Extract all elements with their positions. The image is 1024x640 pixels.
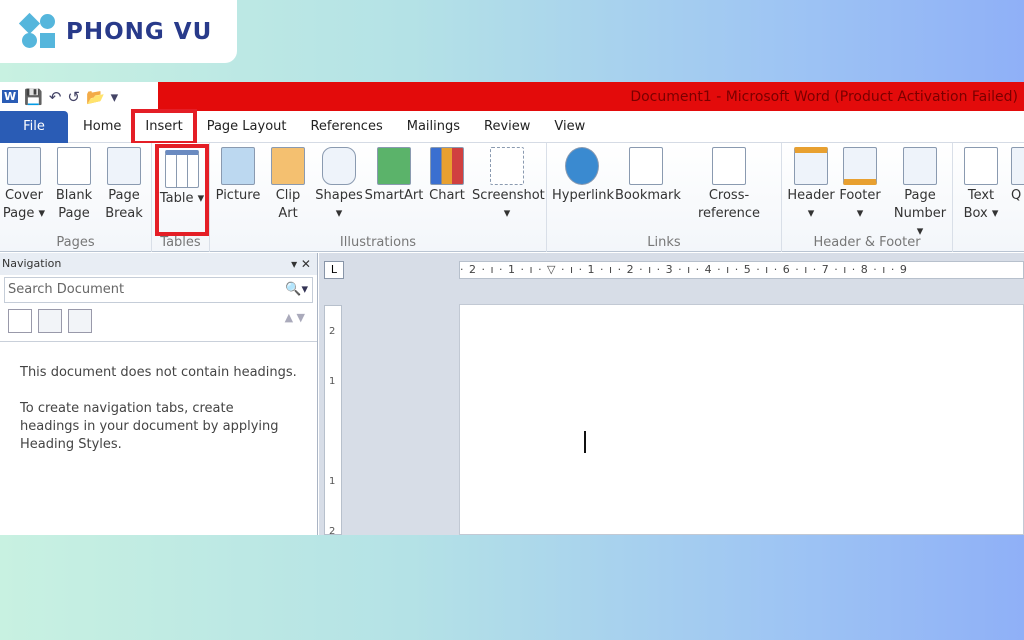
table-grid-icon [165,150,199,188]
cross-reference-button[interactable]: Cross-reference [680,147,778,223]
horizontal-ruler[interactable]: · 2 · ı · 1 · ı · ▽ · ı · 1 · ı · 2 · ı … [459,261,1024,279]
group-label-tables: Tables [160,235,201,250]
pages-view-icon[interactable] [38,309,62,333]
tab-page-layout[interactable]: Page Layout [195,119,299,134]
tab-file[interactable]: File [0,110,68,143]
text-cursor [584,431,586,453]
group-text: Text Box ▾ Q Pa [953,143,1024,252]
open-folder-icon[interactable]: 📂 [86,88,105,106]
footer-button[interactable]: Footer ▾ [838,147,882,223]
ribbon: Cover Page ▾ Blank Page Page Break Pages… [0,143,1024,252]
quick-parts-button[interactable]: Q Pa [1011,147,1024,205]
chart-button[interactable]: Chart [426,147,468,205]
shapes-icon [322,147,356,185]
headings-view-icon[interactable] [8,309,32,333]
group-label-illustrations: Illustrations [339,235,417,250]
document-area: L · 2 · ı · 1 · ı · ▽ · ı · 1 · ı · 2 · … [319,253,1024,535]
search-document-input[interactable]: Search Document 🔍▾ [4,277,313,303]
header-button[interactable]: Header ▾ [787,147,835,223]
page-break-button[interactable]: Page Break [102,147,146,223]
navigation-header: Navigation ▾ ✕ [0,253,317,275]
tab-view[interactable]: View [542,119,597,134]
customize-toolbar-icon[interactable]: ▾ [111,88,119,106]
group-label-header-footer: Header & Footer [813,235,921,250]
navigation-view-tabs: ▲ ▼ [0,305,317,335]
close-icon[interactable]: ▾ ✕ [291,253,311,275]
blank-page-button[interactable]: Blank Page [52,147,96,223]
title-bar: W 💾 ↶ ↺ 📂 ▾ Document1 - Microsoft Word (… [0,82,1024,111]
group-header-footer: Header ▾ Footer ▾ Page Number ▾ Header &… [782,143,953,252]
blank-page-icon [57,147,91,185]
group-tables: Table ▾ Tables [152,143,210,252]
phong-vu-logo: PHONG VU [0,0,237,63]
logo-mark-icon [18,12,60,50]
page-number-button[interactable]: Page Number ▾ [890,147,950,241]
tab-references[interactable]: References [298,119,394,134]
tab-insert[interactable]: Insert [131,108,197,145]
picture-icon [221,147,255,185]
header-icon [794,147,828,185]
group-pages: Cover Page ▾ Blank Page Page Break Pages [0,143,152,252]
smartart-button[interactable]: SmartArt [364,147,424,205]
screenshot-icon [490,147,524,185]
hyperlink-button[interactable]: Hyperlink [552,147,614,205]
tab-review[interactable]: Review [472,119,542,134]
ribbon-tabs: File Home Insert Page Layout References … [0,108,1024,145]
navigation-pane: Navigation ▾ ✕ Search Document 🔍▾ ▲ ▼ This… [0,253,318,535]
results-view-icon[interactable] [68,309,92,333]
clip-art-button[interactable]: Clip Art [268,147,308,223]
text-box-button[interactable]: Text Box ▾ [959,147,1003,223]
search-icon[interactable]: 🔍▾ [285,278,308,302]
cover-page-button[interactable]: Cover Page ▾ [2,147,46,223]
footer-icon [843,147,877,185]
table-button[interactable]: Table ▾ [155,144,209,236]
page-break-icon [107,147,141,185]
quick-access-toolbar: W 💾 ↶ ↺ 📂 ▾ [0,82,158,111]
tab-home[interactable]: Home [71,119,133,134]
word-icon[interactable]: W [2,90,19,103]
bookmark-icon [629,147,663,185]
logo-text: PHONG VU [66,18,213,45]
navigation-message: This document does not contain headings.… [0,341,317,535]
page-number-icon [903,147,937,185]
chart-icon [430,147,464,185]
globe-link-icon [565,147,599,185]
shapes-button[interactable]: Shapes ▾ [315,147,363,223]
group-label-pages: Pages [56,235,95,250]
tab-mailings[interactable]: Mailings [395,119,472,134]
quick-parts-icon [1011,147,1024,185]
redo-icon[interactable]: ↺ [67,88,80,106]
picture-button[interactable]: Picture [215,147,261,205]
vertical-ruler[interactable]: 2 1 1 2 [324,305,342,535]
group-label-links: Links [647,235,681,250]
cross-reference-icon [712,147,746,185]
save-icon[interactable]: 💾 [24,88,43,106]
group-links: Hyperlink Bookmark Cross-reference Links [547,143,782,252]
bookmark-button[interactable]: Bookmark [615,147,681,205]
window-title: Document1 - Microsoft Word (Product Acti… [158,82,1024,111]
undo-icon[interactable]: ↶ [49,88,62,106]
clip-art-icon [271,147,305,185]
smartart-icon [377,147,411,185]
document-page[interactable] [459,304,1024,535]
text-box-icon [964,147,998,185]
screenshot-button[interactable]: Screenshot ▾ [472,147,545,223]
word-window: W 💾 ↶ ↺ 📂 ▾ Document1 - Microsoft Word (… [0,82,1024,535]
cover-page-icon [7,147,41,185]
group-illustrations: Picture Clip Art Shapes ▾ SmartArt Chart… [210,143,547,252]
tab-selector[interactable]: L [324,261,344,279]
previous-next-arrows-icon[interactable]: ▲ ▼ [285,311,305,324]
